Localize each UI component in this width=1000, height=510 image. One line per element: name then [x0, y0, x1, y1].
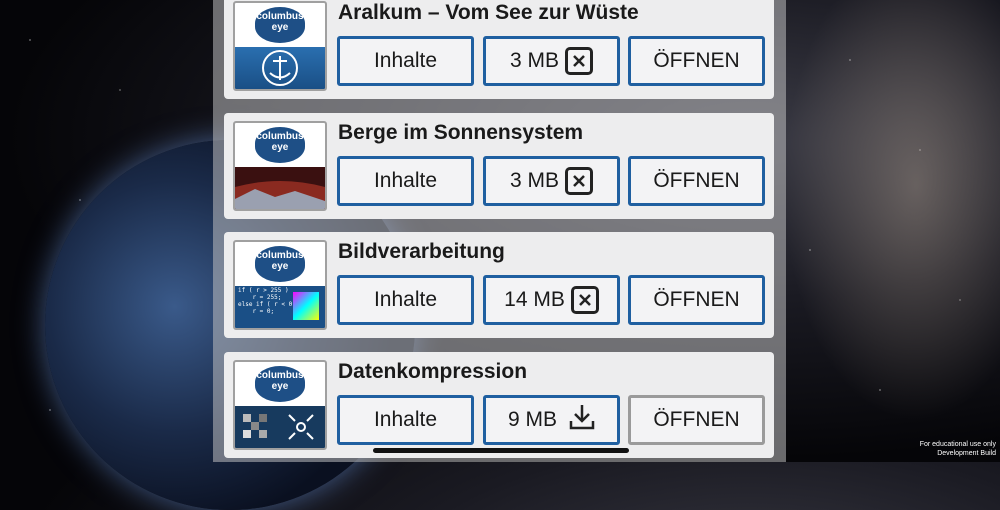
delete-icon	[565, 167, 593, 195]
file-size: 9 MB	[507, 408, 557, 431]
pixel-compression-icon	[235, 406, 325, 448]
contents-button[interactable]: Inhalte	[337, 395, 474, 445]
home-indicator[interactable]	[373, 448, 629, 453]
mountains-icon	[235, 167, 325, 209]
module-title: Aralkum – Vom See zur Wüste	[338, 1, 639, 24]
delete-download-button[interactable]: 14 MB	[483, 275, 620, 325]
module-title: Bildverarbeitung	[338, 240, 505, 263]
delete-icon	[570, 286, 599, 314]
contents-button[interactable]: Inhalte	[337, 275, 474, 325]
download-icon	[569, 403, 595, 437]
open-button[interactable]: ÖFFNEN	[628, 275, 765, 325]
milky-way-background	[760, 0, 1000, 462]
contents-button[interactable]: Inhalte	[337, 36, 474, 86]
open-button[interactable]: ÖFFNEN	[628, 156, 765, 206]
module-thumbnail: columbus eye	[233, 1, 327, 91]
module-thumbnail: columbus eye if ( r > 255 ) r = 255; else…	[233, 240, 327, 330]
anchor-icon	[235, 47, 325, 89]
open-button[interactable]: ÖFFNEN	[628, 36, 765, 86]
module-thumbnail: columbus eye	[233, 360, 327, 450]
delete-download-button[interactable]: 9 MB	[483, 395, 620, 445]
contents-button[interactable]: Inhalte	[337, 156, 474, 206]
file-size: 14 MB	[504, 288, 565, 311]
build-watermark: For educational use only Development Bui…	[919, 440, 996, 457]
delete-download-button[interactable]: 3 MB	[483, 36, 620, 86]
file-size: 3 MB	[509, 169, 559, 192]
columbus-eye-logo: columbus eye	[255, 7, 305, 43]
module-card: columbus eye Berge im Sonnensystem Inhalt…	[224, 113, 774, 219]
open-button[interactable]: ÖFFNEN	[628, 395, 765, 445]
delete-download-button[interactable]: 3 MB	[483, 156, 620, 206]
module-title: Berge im Sonnensystem	[338, 121, 584, 144]
module-card: columbus eye Datenkompression Inhalte 9 M…	[224, 352, 774, 458]
code-cube-icon: if ( r > 255 ) r = 255; else if ( r < 0 …	[235, 286, 325, 328]
file-size: 3 MB	[509, 49, 559, 72]
columbus-eye-logo: columbus eye	[255, 246, 305, 282]
delete-icon	[565, 47, 593, 75]
module-card: columbus eye if ( r > 255 ) r = 255; else…	[224, 232, 774, 338]
module-title: Datenkompression	[338, 360, 528, 383]
columbus-eye-logo: columbus eye	[255, 366, 305, 402]
module-thumbnail: columbus eye	[233, 121, 327, 211]
columbus-eye-logo: columbus eye	[255, 127, 305, 163]
module-card: columbus eye Aralkum – Vom See zur Wüste …	[224, 0, 774, 99]
